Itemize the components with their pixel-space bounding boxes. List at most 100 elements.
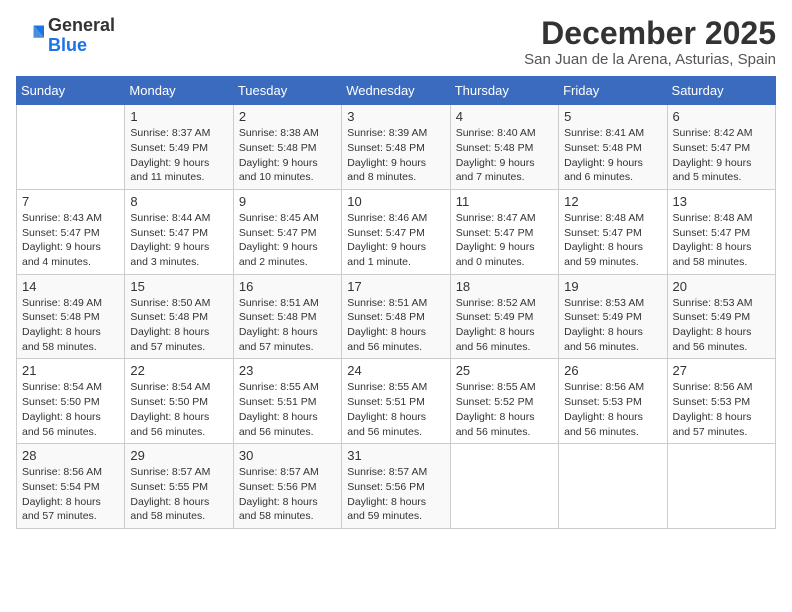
calendar-header-row: SundayMondayTuesdayWednesdayThursdayFrid… (17, 77, 776, 105)
calendar-cell: 15 Sunrise: 8:50 AMSunset: 5:48 PMDayligh… (125, 274, 233, 359)
day-info: Sunrise: 8:53 AMSunset: 5:49 PMDaylight:… (673, 296, 770, 355)
day-info: Sunrise: 8:37 AMSunset: 5:49 PMDaylight:… (130, 126, 227, 185)
calendar-week-row: 14 Sunrise: 8:49 AMSunset: 5:48 PMDayligh… (17, 274, 776, 359)
day-number: 16 (239, 279, 336, 294)
day-number: 26 (564, 363, 661, 378)
day-info: Sunrise: 8:42 AMSunset: 5:47 PMDaylight:… (673, 126, 770, 185)
calendar-cell: 8 Sunrise: 8:44 AMSunset: 5:47 PMDaylight… (125, 189, 233, 274)
day-info: Sunrise: 8:40 AMSunset: 5:48 PMDaylight:… (456, 126, 553, 185)
day-info: Sunrise: 8:57 AMSunset: 5:56 PMDaylight:… (239, 465, 336, 524)
calendar-cell: 29 Sunrise: 8:57 AMSunset: 5:55 PMDayligh… (125, 444, 233, 529)
calendar-table: SundayMondayTuesdayWednesdayThursdayFrid… (16, 76, 776, 529)
day-number: 8 (130, 194, 227, 209)
day-number: 25 (456, 363, 553, 378)
calendar-cell (559, 444, 667, 529)
calendar-week-row: 7 Sunrise: 8:43 AMSunset: 5:47 PMDaylight… (17, 189, 776, 274)
logo: General Blue (16, 16, 115, 56)
calendar-cell: 14 Sunrise: 8:49 AMSunset: 5:48 PMDayligh… (17, 274, 125, 359)
calendar-cell: 31 Sunrise: 8:57 AMSunset: 5:56 PMDayligh… (342, 444, 450, 529)
calendar-cell: 21Sunrise: 8:54 AMSunset: 5:50 PMDayligh… (17, 359, 125, 444)
calendar-cell: 4 Sunrise: 8:40 AMSunset: 5:48 PMDaylight… (450, 105, 558, 190)
calendar-cell (450, 444, 558, 529)
calendar-cell: 27 Sunrise: 8:56 AMSunset: 5:53 PMDayligh… (667, 359, 775, 444)
day-number: 23 (239, 363, 336, 378)
day-info: Sunrise: 8:56 AMSunset: 5:53 PMDaylight:… (673, 380, 770, 439)
day-number: 11 (456, 194, 553, 209)
day-info: Sunrise: 8:48 AMSunset: 5:47 PMDaylight:… (673, 211, 770, 270)
day-info: Sunrise: 8:56 AMSunset: 5:53 PMDaylight:… (564, 380, 661, 439)
calendar-cell (667, 444, 775, 529)
logo-general-text: General (48, 15, 115, 35)
col-header-monday: Monday (125, 77, 233, 105)
calendar-cell: 30 Sunrise: 8:57 AMSunset: 5:56 PMDayligh… (233, 444, 341, 529)
calendar-cell: 2 Sunrise: 8:38 AMSunset: 5:48 PMDaylight… (233, 105, 341, 190)
day-info: Sunrise: 8:50 AMSunset: 5:48 PMDaylight:… (130, 296, 227, 355)
day-number: 19 (564, 279, 661, 294)
calendar-cell: 24Sunrise: 8:55 AMSunset: 5:51 PMDayligh… (342, 359, 450, 444)
day-info: Sunrise: 8:49 AMSunset: 5:48 PMDaylight:… (22, 296, 119, 355)
day-number: 20 (673, 279, 770, 294)
col-header-wednesday: Wednesday (342, 77, 450, 105)
day-info: Sunrise: 8:51 AMSunset: 5:48 PMDaylight:… (347, 296, 444, 355)
calendar-cell: 10 Sunrise: 8:46 AMSunset: 5:47 PMDayligh… (342, 189, 450, 274)
day-info: Sunrise: 8:54 AMSunset: 5:50 PMDaylight:… (130, 380, 227, 439)
col-header-sunday: Sunday (17, 77, 125, 105)
day-info: Sunrise: 8:43 AMSunset: 5:47 PMDaylight:… (22, 211, 119, 270)
day-number: 27 (673, 363, 770, 378)
calendar-cell: 26 Sunrise: 8:56 AMSunset: 5:53 PMDayligh… (559, 359, 667, 444)
day-number: 13 (673, 194, 770, 209)
day-info: Sunrise: 8:38 AMSunset: 5:48 PMDaylight:… (239, 126, 336, 185)
day-number: 17 (347, 279, 444, 294)
day-number: 4 (456, 109, 553, 124)
day-number: 31 (347, 448, 444, 463)
day-number: 12 (564, 194, 661, 209)
calendar-cell: 16 Sunrise: 8:51 AMSunset: 5:48 PMDayligh… (233, 274, 341, 359)
day-number: 14 (22, 279, 119, 294)
calendar-cell: 6 Sunrise: 8:42 AMSunset: 5:47 PMDaylight… (667, 105, 775, 190)
calendar-cell: 18 Sunrise: 8:52 AMSunset: 5:49 PMDayligh… (450, 274, 558, 359)
day-number: 5 (564, 109, 661, 124)
day-info: Sunrise: 8:48 AMSunset: 5:47 PMDaylight:… (564, 211, 661, 270)
title-area: December 2025 San Juan de la Arena, Astu… (524, 16, 776, 68)
calendar-cell: 3 Sunrise: 8:39 AMSunset: 5:48 PMDaylight… (342, 105, 450, 190)
day-info: Sunrise: 8:55 AMSunset: 5:51 PMDaylight:… (239, 380, 336, 439)
day-number: 18 (456, 279, 553, 294)
logo-icon (16, 22, 44, 50)
calendar-cell: 25 Sunrise: 8:55 AMSunset: 5:52 PMDayligh… (450, 359, 558, 444)
calendar-cell: 12 Sunrise: 8:48 AMSunset: 5:47 PMDayligh… (559, 189, 667, 274)
day-number: 2 (239, 109, 336, 124)
day-info: Sunrise: 8:45 AMSunset: 5:47 PMDaylight:… (239, 211, 336, 270)
calendar-cell: 17 Sunrise: 8:51 AMSunset: 5:48 PMDayligh… (342, 274, 450, 359)
calendar-week-row: 21 Sunrise: 8:54 AMSunset: 5:50 PMDayligh… (17, 359, 776, 444)
calendar-cell: 23 Sunrise: 8:55 AMSunset: 5:51 PMDayligh… (233, 359, 341, 444)
day-info: Sunrise: 8:57 AMSunset: 5:56 PMDaylight:… (347, 465, 444, 524)
day-info: Sunrise: 8:46 AMSunset: 5:47 PMDaylight:… (347, 211, 444, 270)
day-number: 9 (239, 194, 336, 209)
month-title: December 2025 (524, 16, 776, 51)
day-info: Sunrise: 8:39 AMSunset: 5:48 PMDaylight:… (347, 126, 444, 185)
day-info: Sunrise: 8:44 AMSunset: 5:47 PMDaylight:… (130, 211, 227, 270)
location-subtitle: San Juan de la Arena, Asturias, Spain (524, 51, 776, 68)
day-number: 6 (673, 109, 770, 124)
day-number: 30 (239, 448, 336, 463)
day-info: Sunrise: 8:55 AMSunset: 5:52 PMDaylight:… (456, 380, 553, 439)
calendar-cell (17, 105, 125, 190)
day-info: Sunrise: 8:57 AMSunset: 5:55 PMDaylight:… (130, 465, 227, 524)
calendar-cell: 22Sunrise: 8:54 AMSunset: 5:50 PMDayligh… (125, 359, 233, 444)
calendar-cell: 7 Sunrise: 8:43 AMSunset: 5:47 PMDaylight… (17, 189, 125, 274)
calendar-cell: 11Sunrise: 8:47 AMSunset: 5:47 PMDayligh… (450, 189, 558, 274)
day-info: Sunrise: 8:56 AMSunset: 5:54 PMDaylight:… (22, 465, 119, 524)
day-info: Sunrise: 8:41 AMSunset: 5:48 PMDaylight:… (564, 126, 661, 185)
calendar-cell: 13 Sunrise: 8:48 AMSunset: 5:47 PMDayligh… (667, 189, 775, 274)
col-header-tuesday: Tuesday (233, 77, 341, 105)
calendar-cell: 19Sunrise: 8:53 AMSunset: 5:49 PMDayligh… (559, 274, 667, 359)
day-number: 3 (347, 109, 444, 124)
day-number: 29 (130, 448, 227, 463)
day-info: Sunrise: 8:52 AMSunset: 5:49 PMDaylight:… (456, 296, 553, 355)
day-info: Sunrise: 8:51 AMSunset: 5:48 PMDaylight:… (239, 296, 336, 355)
day-number: 7 (22, 194, 119, 209)
calendar-cell: 9 Sunrise: 8:45 AMSunset: 5:47 PMDaylight… (233, 189, 341, 274)
day-number: 21 (22, 363, 119, 378)
day-number: 15 (130, 279, 227, 294)
day-number: 10 (347, 194, 444, 209)
